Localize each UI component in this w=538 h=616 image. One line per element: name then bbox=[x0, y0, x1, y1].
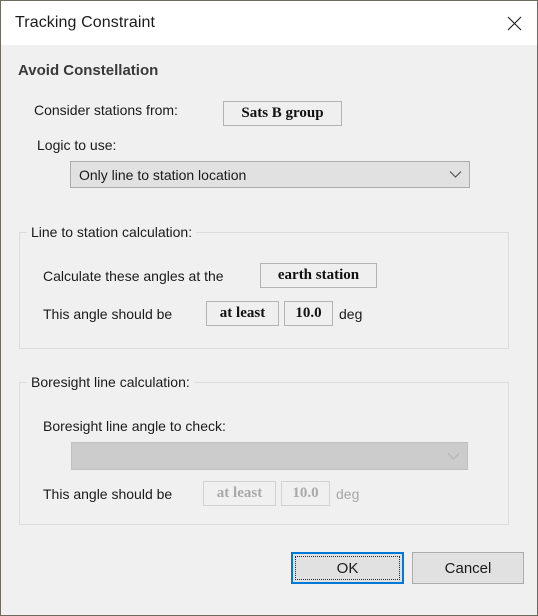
boresight-angle-combobox[interactable] bbox=[71, 442, 468, 470]
cancel-button-label: Cancel bbox=[444, 559, 492, 577]
ok-button[interactable]: OK bbox=[291, 552, 404, 584]
window-title: Tracking Constraint bbox=[15, 14, 156, 31]
logic-to-use-label: Logic to use: bbox=[37, 137, 117, 153]
logic-to-use-combobox[interactable]: Only line to station location bbox=[70, 161, 470, 188]
consider-stations-label: Consider stations from: bbox=[34, 102, 178, 118]
cancel-button[interactable]: Cancel bbox=[412, 552, 524, 584]
chevron-down-icon bbox=[441, 170, 469, 179]
boresight-line-legend: Boresight line calculation: bbox=[27, 374, 194, 390]
line-to-station-group: Line to station calculation: bbox=[19, 224, 509, 349]
line-angle-value-button[interactable]: 10.0 bbox=[284, 301, 333, 326]
line-to-station-legend: Line to station calculation: bbox=[27, 224, 197, 240]
boresight-angle-label: This angle should be bbox=[43, 486, 173, 502]
consider-stations-value-button[interactable]: Sats B group bbox=[223, 101, 342, 126]
line-angle-label: This angle should be bbox=[43, 306, 173, 322]
close-icon[interactable] bbox=[491, 1, 537, 45]
ok-button-label: OK bbox=[336, 559, 359, 577]
boresight-angle-to-check-label: Boresight line angle to check: bbox=[43, 418, 226, 434]
boresight-angle-value-button: 10.0 bbox=[281, 481, 330, 506]
title-bar: Tracking Constraint bbox=[1, 1, 537, 46]
calculate-angles-label: Calculate these angles at the bbox=[43, 268, 224, 284]
chevron-down-icon bbox=[439, 452, 467, 461]
tracking-constraint-dialog: Tracking Constraint Avoid Constellation … bbox=[0, 0, 538, 616]
line-angle-units-label: deg bbox=[339, 306, 363, 322]
line-angle-comparator-button[interactable]: at least bbox=[206, 301, 279, 326]
boresight-angle-units-label: deg bbox=[336, 486, 360, 502]
boresight-angle-comparator-button: at least bbox=[203, 481, 276, 506]
calculate-angles-location-button[interactable]: earth station bbox=[260, 263, 377, 288]
dialog-body: Avoid Constellation Consider stations fr… bbox=[1, 45, 537, 615]
page-title: Avoid Constellation bbox=[18, 62, 159, 79]
logic-to-use-value: Only line to station location bbox=[79, 166, 247, 183]
